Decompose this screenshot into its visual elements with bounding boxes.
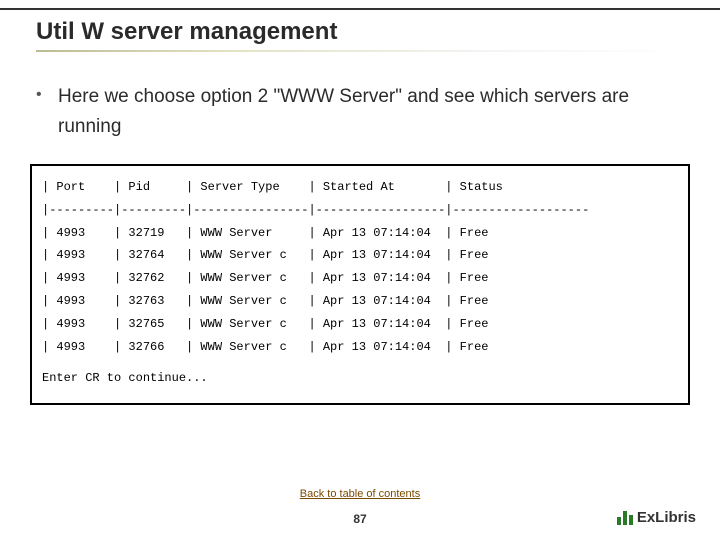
table-header-row: | Port | Pid | Server Type | Started At … <box>42 176 678 199</box>
page-number: 87 <box>0 512 720 526</box>
title-underline <box>36 50 684 52</box>
bullet-block: • Here we choose option 2 "WWW Server" a… <box>36 82 690 142</box>
logo-bars-icon <box>617 511 633 525</box>
continue-prompt: Enter CR to continue... <box>42 358 678 387</box>
table-row: | 4993 | 32762 | WWW Server c | Apr 13 0… <box>42 267 678 290</box>
exlibris-logo: ExLibris <box>617 509 696 526</box>
back-link-container: Back to table of contents <box>0 484 720 502</box>
bullet-text: Here we choose option 2 "WWW Server" and… <box>58 82 690 142</box>
table-row: | 4993 | 32765 | WWW Server c | Apr 13 0… <box>42 313 678 336</box>
page-title: Util W server management <box>36 18 684 46</box>
table-row: | 4993 | 32766 | WWW Server c | Apr 13 0… <box>42 336 678 359</box>
table-divider: |---------|---------|----------------|--… <box>42 199 678 222</box>
logo-text: ExLibris <box>637 509 696 526</box>
table-row: | 4993 | 32763 | WWW Server c | Apr 13 0… <box>42 290 678 313</box>
table-row: | 4993 | 32719 | WWW Server | Apr 13 07:… <box>42 222 678 245</box>
table-row: | 4993 | 32764 | WWW Server c | Apr 13 0… <box>42 244 678 267</box>
title-band: Util W server management <box>0 8 720 56</box>
bullet-dot-icon: • <box>36 82 58 142</box>
back-to-contents-link[interactable]: Back to table of contents <box>300 488 420 500</box>
terminal-output: | Port | Pid | Server Type | Started At … <box>30 164 690 405</box>
